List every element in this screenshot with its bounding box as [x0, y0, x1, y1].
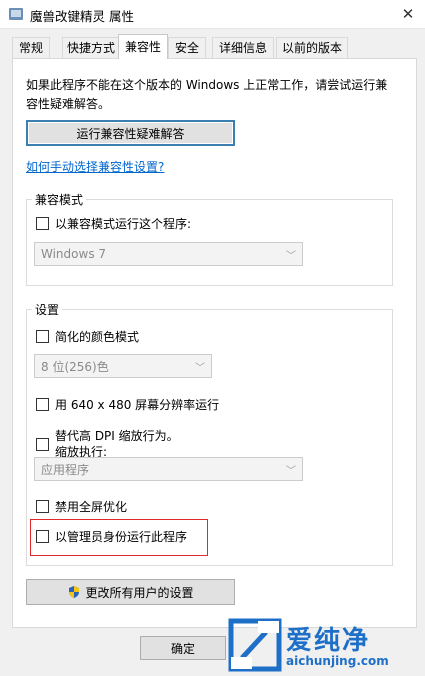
chevron-down-icon: ﹀: [286, 466, 296, 477]
compat-mode-checkbox[interactable]: 以兼容模式运行这个程序:: [36, 215, 191, 232]
tab-previous-versions[interactable]: 以前的版本: [276, 37, 348, 58]
res-640-label: 用 640 x 480 屏幕分辨率运行: [55, 398, 220, 412]
checkbox-box[interactable]: [36, 330, 49, 343]
reduced-color-label: 简化的颜色模式: [55, 330, 140, 344]
shield-icon: [69, 586, 80, 598]
watermark-logo-icon: [228, 618, 282, 672]
compat-mode-title: 兼容模式: [32, 191, 87, 208]
color-depth-select[interactable]: 8 位(256)色 ﹀: [34, 354, 212, 378]
tab-general[interactable]: 常规: [12, 37, 50, 58]
disable-fullscreen-checkbox[interactable]: 禁用全屏优化: [36, 498, 127, 515]
manual-settings-link[interactable]: 如何手动选择兼容性设置?: [26, 158, 164, 175]
color-depth-value: 8 位(256)色: [41, 359, 109, 374]
tab-security[interactable]: 安全: [168, 37, 206, 58]
window-title: 魔兽改键精灵 属性: [30, 9, 134, 24]
change-all-users-label: 更改所有用户的设置: [85, 585, 194, 600]
checkbox-box[interactable]: [36, 500, 49, 513]
reduced-color-checkbox[interactable]: 简化的颜色模式: [36, 328, 139, 345]
title-bar: 魔兽改键精灵 属性 ✕: [0, 0, 425, 29]
run-as-admin-label: 以管理员身份运行此程序: [55, 530, 188, 544]
run-as-admin-checkbox[interactable]: 以管理员身份运行此程序: [36, 528, 187, 545]
compat-description: 如果此程序不能在这个版本的 Windows 上正常工作，请尝试运行兼容性疑难解答…: [26, 78, 388, 111]
os-version-value: Windows 7: [41, 247, 107, 261]
app-icon: [9, 8, 23, 20]
compat-mode-label: 以兼容模式运行这个程序:: [55, 217, 192, 231]
res-640-checkbox[interactable]: 用 640 x 480 屏幕分辨率运行: [36, 396, 219, 413]
change-all-users-button[interactable]: 更改所有用户的设置: [26, 579, 235, 605]
tab-strip: 常规 快捷方式 兼容性 安全 详细信息 以前的版本: [0, 34, 425, 59]
checkbox-box[interactable]: [36, 437, 49, 451]
checkbox-box[interactable]: [36, 217, 49, 230]
ok-button[interactable]: 确定: [140, 636, 226, 660]
watermark-brand: 爱纯净: [286, 626, 371, 656]
dpi-override-label-block: 替代高 DPI 缩放行为。 缩放执行:: [55, 428, 179, 460]
tab-shortcut[interactable]: 快捷方式: [62, 37, 120, 58]
troubleshoot-button[interactable]: 运行兼容性疑难解答: [26, 120, 235, 146]
watermark-url: aichunjing.com: [286, 654, 389, 668]
tab-compatibility[interactable]: 兼容性: [118, 34, 168, 59]
chevron-down-icon: ﹀: [286, 251, 296, 262]
dpi-override-checkbox[interactable]: 替代高 DPI 缩放行为。 缩放执行:: [36, 428, 179, 460]
dpi-override-label-1: 替代高 DPI 缩放行为。: [55, 429, 179, 443]
dpi-scaling-select[interactable]: 应用程序 ﹀: [34, 457, 303, 481]
checkbox-box[interactable]: [36, 398, 49, 411]
close-icon: ✕: [401, 5, 415, 23]
watermark: 爱纯净 aichunjing.com: [222, 614, 425, 676]
disable-fullscreen-label: 禁用全屏优化: [55, 500, 128, 514]
chevron-down-icon: ﹀: [195, 363, 205, 374]
checkbox-box[interactable]: [36, 530, 49, 543]
close-button[interactable]: ✕: [391, 0, 425, 28]
os-version-select[interactable]: Windows 7 ﹀: [34, 242, 303, 266]
settings-title: 设置: [32, 301, 63, 318]
dpi-scaling-value: 应用程序: [41, 462, 90, 477]
tab-details[interactable]: 详细信息: [212, 37, 274, 58]
